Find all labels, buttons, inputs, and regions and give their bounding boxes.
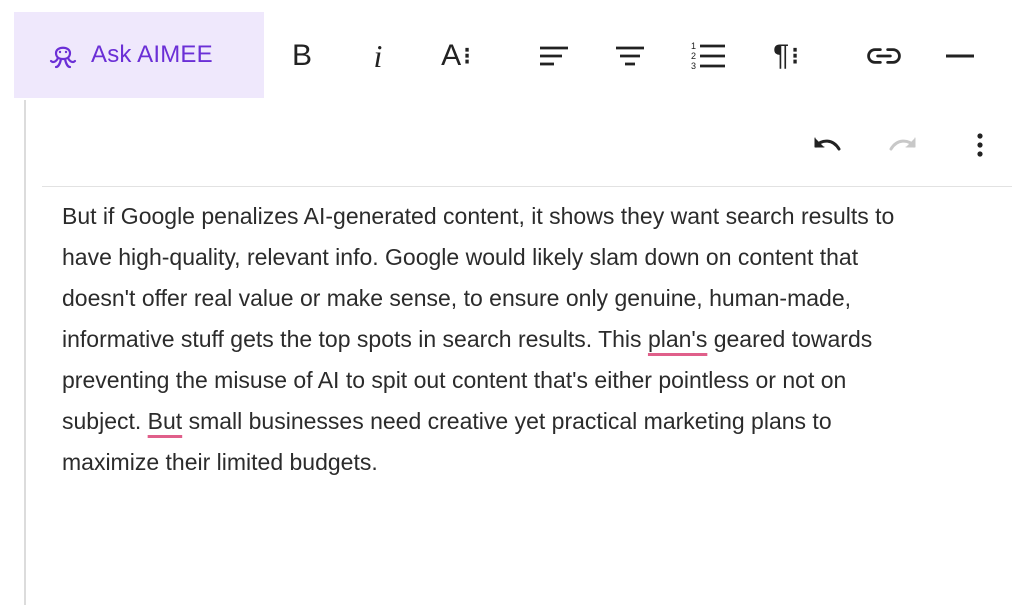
redo-icon — [889, 137, 916, 151]
paragraph-dots: ⁝ — [791, 42, 799, 70]
align-center-icon — [616, 46, 644, 66]
bold-button[interactable]: B — [282, 36, 322, 76]
align-center-button[interactable] — [610, 36, 650, 76]
numbered-list-button[interactable]: 1 2 3 — [688, 36, 728, 76]
more-options-button[interactable] — [960, 126, 1000, 166]
undo-icon — [814, 137, 841, 151]
link-icon — [867, 48, 901, 64]
ask-aimee-button[interactable]: Ask AIMEE — [14, 12, 264, 98]
text-run: subject. — [62, 408, 148, 434]
editor-line: preventing the misuse of AI to spit out … — [62, 367, 847, 393]
editor-line: have high-quality, relevant info. Google… — [62, 244, 859, 270]
toolbar-divider — [42, 186, 1012, 187]
numbered-list-icon: 1 2 3 — [691, 41, 725, 71]
octopus-icon — [47, 39, 79, 71]
svg-text:3: 3 — [691, 61, 696, 71]
editor-line: But if Google penalizes AI-generated con… — [62, 203, 895, 229]
font-size-label: A — [441, 39, 462, 72]
font-size-button[interactable]: A ⁝ — [434, 36, 478, 76]
spelling-flagged-word[interactable]: But — [148, 408, 183, 434]
editor-line: doesn't offer real value or make sense, … — [62, 285, 851, 311]
italic-button[interactable]: i — [358, 36, 398, 76]
editor-window: Ask AIMEE B i A ⁝ 1 2 3 ¶ ⁝ But if Googl… — [0, 0, 1024, 605]
editor-content[interactable]: But if Google penalizes AI-generated con… — [62, 196, 1002, 483]
align-left-icon — [540, 46, 568, 66]
paragraph-label: ¶ — [773, 39, 790, 72]
svg-text:1: 1 — [691, 41, 696, 51]
link-button[interactable] — [862, 36, 906, 76]
svg-text:2: 2 — [691, 51, 696, 61]
ask-aimee-label: Ask AIMEE — [91, 41, 213, 68]
editor-line: subject. But small businesses need creat… — [62, 401, 1002, 442]
more-vertical-icon — [977, 133, 983, 157]
text-run: informative stuff gets the top spots in … — [62, 326, 648, 352]
editor-line: informative stuff gets the top spots in … — [62, 319, 1002, 360]
editor-left-border — [24, 100, 26, 605]
spelling-flagged-word[interactable]: plan's — [648, 326, 707, 352]
font-size-dots: ⁝ — [463, 42, 471, 70]
align-left-button[interactable] — [534, 36, 574, 76]
editor-line: maximize their limited budgets. — [62, 449, 378, 475]
redo-button — [884, 126, 924, 166]
text-run: geared towards — [707, 326, 873, 352]
paragraph-style-button[interactable]: ¶ ⁝ — [764, 36, 808, 76]
bold-label: B — [291, 39, 312, 72]
horizontal-rule-icon — [946, 54, 974, 58]
text-run: small businesses need creative yet pract… — [182, 408, 832, 434]
undo-button[interactable] — [806, 126, 846, 166]
italic-label: i — [373, 37, 383, 74]
horizontal-rule-button[interactable] — [940, 36, 980, 76]
